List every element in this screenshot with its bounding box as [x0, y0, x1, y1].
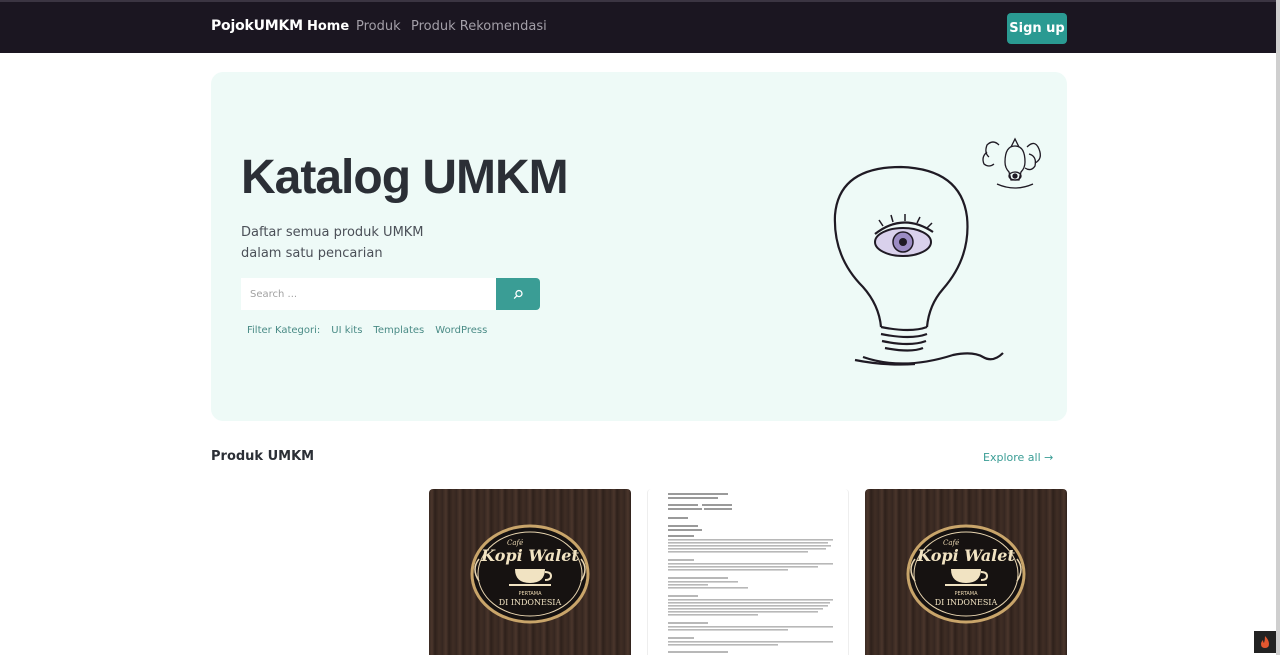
category-filters: Filter Kategori: UI kits Templates WordP… [247, 325, 487, 336]
nav-link-produk-rekomendasi[interactable]: Produk Rekomendasi [411, 19, 547, 34]
search-input[interactable] [241, 278, 496, 310]
hero-subtitle: Daftar semua produk UMKM dalam satu penc… [241, 222, 424, 264]
filter-ui-kits[interactable]: UI kits [331, 325, 362, 336]
filter-label: Filter Kategori: [247, 325, 321, 336]
kopi-walet-logo: Café Kopi Walet PERTAMA DI INDONESIA [470, 524, 590, 624]
product-card[interactable]: Café Kopi Walet PERTAMA DI INDONESIA [865, 489, 1067, 655]
logo-indonesia-text: DI INDONESIA [935, 598, 998, 607]
product-card[interactable] [647, 489, 849, 655]
product-card[interactable]: Café Kopi Walet PERTAMA DI INDONESIA [429, 489, 631, 655]
logo-pertama-text: PERTAMA [954, 591, 978, 597]
logo-brand-text: Kopi Walet [480, 546, 579, 565]
section-title-produk: Produk UMKM [211, 449, 315, 464]
filter-wordpress[interactable]: WordPress [435, 325, 487, 336]
explore-all-link[interactable]: Explore all → [983, 451, 1053, 464]
logo-pertama-text: PERTAMA [518, 591, 542, 597]
big-bulb-icon [833, 165, 1004, 366]
navbar: PojokUMKM Home Produk Produk Rekomendasi… [0, 0, 1280, 53]
flame-icon[interactable] [1254, 631, 1276, 653]
brand-logo[interactable]: PojokUMKM [211, 18, 303, 34]
page-title: Katalog UMKM [241, 151, 569, 204]
eye-icon [874, 214, 934, 257]
winged-bulb-icon [982, 137, 1041, 189]
logo-indonesia-text: DI INDONESIA [499, 598, 562, 607]
filter-templates[interactable]: Templates [373, 325, 424, 336]
hero-subtitle-line-2: dalam satu pencarian [241, 246, 383, 261]
lightbulb-eye-illustration [833, 137, 1041, 366]
scrollbar[interactable] [1276, 0, 1280, 655]
search-button[interactable] [496, 278, 540, 310]
hero-subtitle-line-1: Daftar semua produk UMKM [241, 225, 424, 240]
nav-link-home[interactable]: Home [307, 19, 349, 34]
hero-banner: Katalog UMKM Daftar semua produk UMKM da… [211, 72, 1067, 421]
flame-glyph [1261, 636, 1269, 648]
nav-link-produk[interactable]: Produk [356, 19, 401, 34]
document-thumbnail [668, 493, 833, 653]
search-icon [513, 289, 523, 299]
signup-button[interactable]: Sign up [1007, 13, 1067, 44]
logo-brand-text: Kopi Walet [916, 546, 1015, 565]
kopi-walet-logo: Café Kopi Walet PERTAMA DI INDONESIA [906, 524, 1026, 624]
